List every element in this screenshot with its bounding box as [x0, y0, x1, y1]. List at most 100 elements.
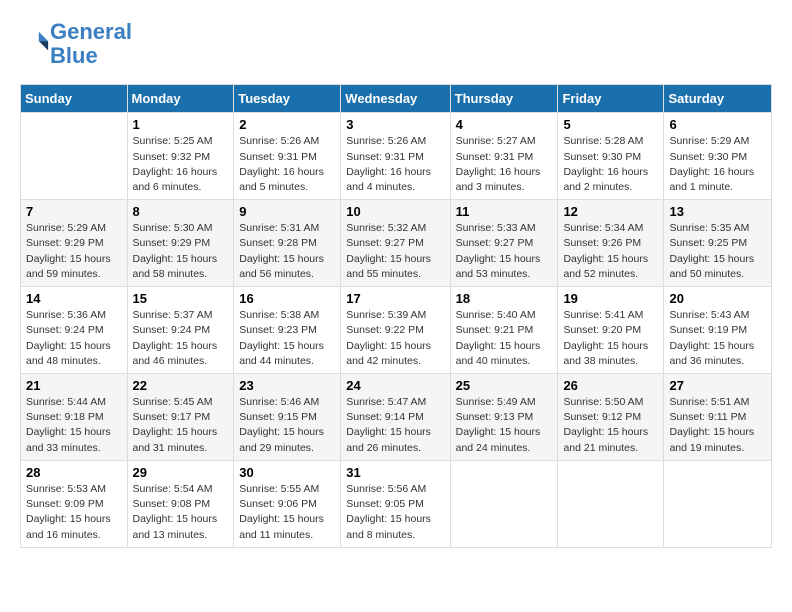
day-info: Sunrise: 5:46 AMSunset: 9:15 PMDaylight:… — [239, 395, 335, 456]
day-info: Sunrise: 5:25 AMSunset: 9:32 PMDaylight:… — [133, 134, 229, 195]
day-number: 15 — [133, 291, 229, 306]
day-cell: 8Sunrise: 5:30 AMSunset: 9:29 PMDaylight… — [127, 200, 234, 287]
day-number: 23 — [239, 378, 335, 393]
day-cell: 7 Sunrise: 5:29 AMSunset: 9:29 PMDaylight… — [21, 200, 128, 287]
day-info: Sunrise: 5:27 AMSunset: 9:31 PMDaylight:… — [456, 134, 553, 195]
day-number: 17 — [346, 291, 444, 306]
col-header-friday: Friday — [558, 85, 664, 113]
day-cell: 11Sunrise: 5:33 AMSunset: 9:27 PMDayligh… — [450, 200, 558, 287]
day-number: 2 — [239, 117, 335, 132]
day-cell: 23 Sunrise: 5:46 AMSunset: 9:15 PMDayligh… — [234, 374, 341, 461]
day-info: Sunrise: 5:54 AMSunset: 9:08 PMDaylight:… — [133, 482, 229, 543]
day-info: Sunrise: 5:43 AMSunset: 9:19 PMDaylight:… — [669, 308, 766, 369]
day-number: 1 — [133, 117, 229, 132]
day-info: Sunrise: 5:29 AMSunset: 9:30 PMDaylight:… — [669, 134, 766, 195]
day-cell — [450, 460, 558, 547]
header-row: SundayMondayTuesdayWednesdayThursdayFrid… — [21, 85, 772, 113]
day-info: Sunrise: 5:49 AMSunset: 9:13 PMDaylight:… — [456, 395, 553, 456]
day-cell: 5 Sunrise: 5:28 AMSunset: 9:30 PMDaylight… — [558, 113, 664, 200]
day-info: Sunrise: 5:31 AMSunset: 9:28 PMDaylight:… — [239, 221, 335, 282]
col-header-wednesday: Wednesday — [341, 85, 450, 113]
col-header-monday: Monday — [127, 85, 234, 113]
day-number: 5 — [563, 117, 658, 132]
day-info: Sunrise: 5:36 AMSunset: 9:24 PMDaylight:… — [26, 308, 122, 369]
day-cell: 30Sunrise: 5:55 AMSunset: 9:06 PMDayligh… — [234, 460, 341, 547]
day-info: Sunrise: 5:41 AMSunset: 9:20 PMDaylight:… — [563, 308, 658, 369]
day-number: 14 — [26, 291, 122, 306]
day-cell: 6 Sunrise: 5:29 AMSunset: 9:30 PMDaylight… — [664, 113, 772, 200]
logo-text-blue: Blue — [50, 44, 132, 68]
day-number: 29 — [133, 465, 229, 480]
day-info: Sunrise: 5:45 AMSunset: 9:17 PMDaylight:… — [133, 395, 229, 456]
col-header-tuesday: Tuesday — [234, 85, 341, 113]
day-cell — [21, 113, 128, 200]
logo-icon — [22, 28, 50, 56]
day-cell: 4 Sunrise: 5:27 AMSunset: 9:31 PMDaylight… — [450, 113, 558, 200]
day-cell: 10 Sunrise: 5:32 AMSunset: 9:27 PMDayligh… — [341, 200, 450, 287]
day-cell: 26 Sunrise: 5:50 AMSunset: 9:12 PMDayligh… — [558, 374, 664, 461]
week-row-3: 14 Sunrise: 5:36 AMSunset: 9:24 PMDayligh… — [21, 287, 772, 374]
day-number: 31 — [346, 465, 444, 480]
day-number: 18 — [456, 291, 553, 306]
day-cell: 21Sunrise: 5:44 AMSunset: 9:18 PMDayligh… — [21, 374, 128, 461]
day-number: 22 — [133, 378, 229, 393]
day-cell: 14 Sunrise: 5:36 AMSunset: 9:24 PMDayligh… — [21, 287, 128, 374]
day-info: Sunrise: 5:47 AMSunset: 9:14 PMDaylight:… — [346, 395, 444, 456]
day-number: 4 — [456, 117, 553, 132]
day-info: Sunrise: 5:33 AMSunset: 9:27 PMDaylight:… — [456, 221, 553, 282]
day-cell: 9 Sunrise: 5:31 AMSunset: 9:28 PMDaylight… — [234, 200, 341, 287]
day-number: 12 — [563, 204, 658, 219]
day-number: 10 — [346, 204, 444, 219]
day-cell: 18 Sunrise: 5:40 AMSunset: 9:21 PMDayligh… — [450, 287, 558, 374]
day-info: Sunrise: 5:35 AMSunset: 9:25 PMDaylight:… — [669, 221, 766, 282]
day-info: Sunrise: 5:44 AMSunset: 9:18 PMDaylight:… — [26, 395, 122, 456]
page-header: General Blue — [20, 20, 772, 68]
week-row-4: 21Sunrise: 5:44 AMSunset: 9:18 PMDayligh… — [21, 374, 772, 461]
day-number: 6 — [669, 117, 766, 132]
day-info: Sunrise: 5:56 AMSunset: 9:05 PMDaylight:… — [346, 482, 444, 543]
col-header-thursday: Thursday — [450, 85, 558, 113]
week-row-1: 1 Sunrise: 5:25 AMSunset: 9:32 PMDaylight… — [21, 113, 772, 200]
day-cell: 20 Sunrise: 5:43 AMSunset: 9:19 PMDayligh… — [664, 287, 772, 374]
day-cell: 2 Sunrise: 5:26 AMSunset: 9:31 PMDaylight… — [234, 113, 341, 200]
day-info: Sunrise: 5:39 AMSunset: 9:22 PMDaylight:… — [346, 308, 444, 369]
day-number: 7 — [26, 204, 122, 219]
col-header-sunday: Sunday — [21, 85, 128, 113]
day-info: Sunrise: 5:32 AMSunset: 9:27 PMDaylight:… — [346, 221, 444, 282]
day-info: Sunrise: 5:26 AMSunset: 9:31 PMDaylight:… — [346, 134, 444, 195]
day-cell: 28 Sunrise: 5:53 AMSunset: 9:09 PMDayligh… — [21, 460, 128, 547]
day-cell: 16Sunrise: 5:38 AMSunset: 9:23 PMDayligh… — [234, 287, 341, 374]
day-info: Sunrise: 5:28 AMSunset: 9:30 PMDaylight:… — [563, 134, 658, 195]
day-cell: 25 Sunrise: 5:49 AMSunset: 9:13 PMDayligh… — [450, 374, 558, 461]
day-number: 9 — [239, 204, 335, 219]
day-info: Sunrise: 5:51 AMSunset: 9:11 PMDaylight:… — [669, 395, 766, 456]
day-cell: 31 Sunrise: 5:56 AMSunset: 9:05 PMDayligh… — [341, 460, 450, 547]
day-info: Sunrise: 5:53 AMSunset: 9:09 PMDaylight:… — [26, 482, 122, 543]
day-cell: 17 Sunrise: 5:39 AMSunset: 9:22 PMDayligh… — [341, 287, 450, 374]
day-number: 28 — [26, 465, 122, 480]
day-info: Sunrise: 5:29 AMSunset: 9:29 PMDaylight:… — [26, 221, 122, 282]
calendar-table: SundayMondayTuesdayWednesdayThursdayFrid… — [20, 84, 772, 547]
col-header-saturday: Saturday — [664, 85, 772, 113]
day-number: 8 — [133, 204, 229, 219]
day-number: 26 — [563, 378, 658, 393]
day-info: Sunrise: 5:26 AMSunset: 9:31 PMDaylight:… — [239, 134, 335, 195]
day-number: 25 — [456, 378, 553, 393]
day-number: 27 — [669, 378, 766, 393]
day-info: Sunrise: 5:37 AMSunset: 9:24 PMDaylight:… — [133, 308, 229, 369]
day-info: Sunrise: 5:34 AMSunset: 9:26 PMDaylight:… — [563, 221, 658, 282]
day-cell: 15 Sunrise: 5:37 AMSunset: 9:24 PMDayligh… — [127, 287, 234, 374]
day-info: Sunrise: 5:40 AMSunset: 9:21 PMDaylight:… — [456, 308, 553, 369]
day-number: 3 — [346, 117, 444, 132]
day-cell: 13Sunrise: 5:35 AMSunset: 9:25 PMDayligh… — [664, 200, 772, 287]
logo: General Blue — [20, 20, 132, 68]
day-info: Sunrise: 5:55 AMSunset: 9:06 PMDaylight:… — [239, 482, 335, 543]
day-cell: 19 Sunrise: 5:41 AMSunset: 9:20 PMDayligh… — [558, 287, 664, 374]
day-number: 19 — [563, 291, 658, 306]
day-number: 20 — [669, 291, 766, 306]
day-info: Sunrise: 5:50 AMSunset: 9:12 PMDaylight:… — [563, 395, 658, 456]
day-cell — [664, 460, 772, 547]
day-cell: 1 Sunrise: 5:25 AMSunset: 9:32 PMDaylight… — [127, 113, 234, 200]
day-info: Sunrise: 5:38 AMSunset: 9:23 PMDaylight:… — [239, 308, 335, 369]
day-number: 24 — [346, 378, 444, 393]
